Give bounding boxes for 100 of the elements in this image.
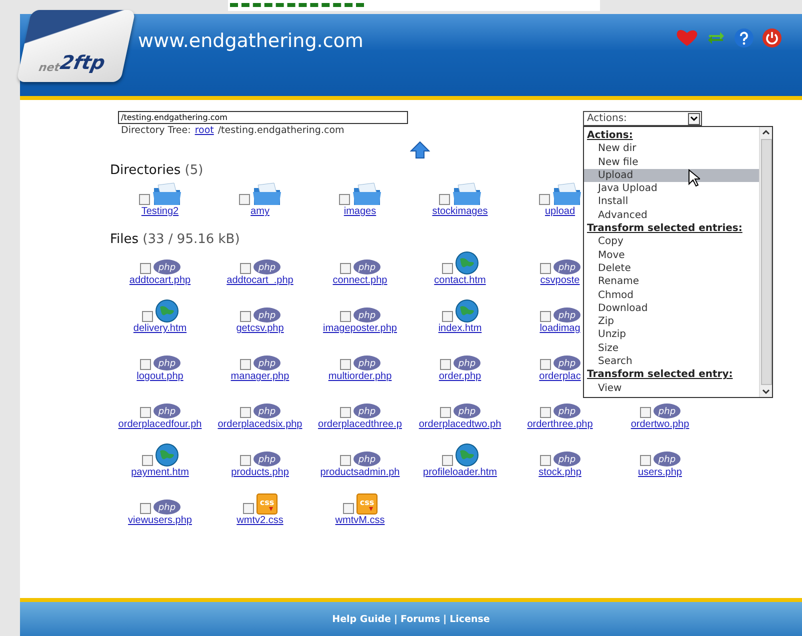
file-link[interactable]: loadimag	[540, 323, 580, 334]
scrollbar[interactable]	[759, 127, 772, 397]
checkbox[interactable]	[240, 263, 250, 274]
file-link[interactable]: orderplacedsix.php	[218, 419, 302, 430]
checkbox[interactable]	[442, 263, 452, 274]
checkbox[interactable]	[538, 194, 550, 205]
file-link[interactable]: ordertwo.php	[630, 419, 690, 430]
file-link[interactable]: connect.php	[332, 275, 388, 286]
checkbox[interactable]	[440, 407, 450, 418]
checkbox[interactable]	[238, 194, 250, 205]
checkbox[interactable]	[442, 311, 452, 322]
checkbox[interactable]	[240, 359, 250, 370]
dropdown-option[interactable]: Unzip	[584, 328, 759, 342]
checkbox[interactable]	[242, 503, 254, 514]
dropdown-option[interactable]: Download	[584, 302, 759, 316]
file-link[interactable]: Testing2	[141, 206, 179, 217]
checkbox[interactable]	[240, 455, 250, 466]
power-icon[interactable]	[762, 28, 782, 48]
dropdown-option[interactable]: Size	[584, 342, 759, 356]
help-icon[interactable]	[734, 28, 754, 48]
checkbox[interactable]	[540, 263, 550, 274]
checkbox[interactable]	[340, 359, 350, 370]
file-link[interactable]: images	[344, 206, 376, 217]
checkbox[interactable]	[442, 455, 452, 466]
checkbox[interactable]	[342, 503, 354, 514]
dropdown-option[interactable]: Move	[584, 248, 759, 262]
dropdown-option[interactable]: Zip	[584, 315, 759, 328]
checkbox[interactable]	[540, 359, 550, 370]
scroll-down-icon[interactable]	[761, 387, 771, 397]
dropdown-option[interactable]: Rename	[584, 275, 759, 289]
checkbox[interactable]	[240, 311, 250, 322]
dropdown-option[interactable]: Copy	[584, 235, 759, 249]
dropdown-option[interactable]: Search	[584, 355, 759, 368]
file-link[interactable]: users.php	[638, 467, 682, 478]
dropdown-option[interactable]: Install	[584, 195, 759, 209]
file-link[interactable]: csvposte	[540, 275, 580, 286]
file-link[interactable]: orderplacedtwo.ph	[418, 419, 502, 430]
checkbox[interactable]	[640, 455, 650, 466]
checkbox[interactable]	[340, 407, 350, 418]
php-icon: php	[352, 403, 380, 419]
dropdown-option[interactable]: New dir	[584, 142, 759, 156]
file-link[interactable]: products.php	[231, 467, 289, 478]
checkbox[interactable]	[438, 194, 450, 205]
file-link[interactable]: orderthree.php	[527, 419, 593, 430]
scroll-up-icon[interactable]	[761, 127, 771, 137]
dropdown-option[interactable]: Upload	[584, 168, 759, 182]
file-link[interactable]: logout.php	[136, 371, 184, 382]
file-link[interactable]: stock.php	[538, 467, 582, 478]
file-link[interactable]: wmtvM.css	[335, 515, 385, 526]
checkbox[interactable]	[340, 455, 350, 466]
file-link[interactable]: delivery.htm	[133, 323, 187, 334]
root-link[interactable]: root	[194, 125, 214, 136]
file-link[interactable]: addtocart.php	[129, 275, 191, 286]
up-arrow-icon[interactable]	[410, 141, 430, 159]
checkbox[interactable]	[138, 194, 150, 205]
checkbox[interactable]	[340, 263, 350, 274]
php-icon: php	[152, 259, 180, 275]
dropdown-option[interactable]: New file	[584, 156, 759, 169]
path-field[interactable]: /testing.endgathering.com	[118, 111, 408, 124]
file-link[interactable]: amy	[250, 206, 270, 217]
checkbox[interactable]	[140, 263, 150, 274]
file-link[interactable]: contact.htm	[434, 275, 486, 286]
checkbox[interactable]	[240, 407, 250, 418]
checkbox[interactable]	[140, 359, 150, 370]
dropdown-option[interactable]: Delete	[584, 262, 759, 276]
php-icon: php	[252, 451, 280, 467]
actions-select[interactable]: Actions:	[583, 111, 702, 126]
dropdown-option[interactable]: View	[584, 382, 759, 395]
file-link[interactable]: getcsv.php	[236, 323, 284, 334]
file-link[interactable]: upload	[544, 206, 576, 217]
file-link[interactable]: payment.htm	[131, 467, 189, 478]
file-link[interactable]: index.htm	[438, 323, 482, 334]
checkbox[interactable]	[540, 407, 550, 418]
file-link[interactable]: productsadmin.ph	[320, 467, 400, 478]
checkbox[interactable]	[640, 407, 650, 418]
file-link[interactable]: wmtv2.css	[236, 515, 284, 526]
checkbox[interactable]	[338, 194, 350, 205]
checkbox[interactable]	[540, 455, 550, 466]
file-link[interactable]: orderplacedthree.p	[318, 419, 402, 430]
checkbox[interactable]	[140, 503, 150, 514]
checkbox[interactable]	[340, 311, 350, 322]
file-link[interactable]: stockimages	[432, 206, 488, 217]
file-link[interactable]: profileloader.htm	[423, 467, 497, 478]
file-link[interactable]: addtocart_.php	[226, 275, 294, 286]
mouse-pointer-icon	[688, 169, 700, 187]
file-link[interactable]: order.php	[438, 371, 482, 382]
checkbox[interactable]	[142, 311, 152, 322]
checkbox[interactable]	[140, 407, 150, 418]
file-link[interactable]: orderplacedfour.ph	[118, 419, 202, 430]
file-link[interactable]: orderplac	[539, 371, 581, 382]
dropdown-option[interactable]: Chmod	[584, 288, 759, 302]
file-link[interactable]: viewusers.php	[128, 515, 192, 526]
checkbox[interactable]	[540, 311, 550, 322]
checkbox[interactable]	[440, 359, 450, 370]
dropdown-option[interactable]: Java Upload	[584, 182, 759, 196]
file-link[interactable]: manager.php	[230, 371, 290, 382]
checkbox[interactable]	[142, 455, 152, 466]
file-link[interactable]: imageposter.php	[323, 323, 397, 334]
file-link[interactable]: multiorder.php	[328, 371, 392, 382]
dropdown-option[interactable]: Advanced	[584, 208, 759, 222]
